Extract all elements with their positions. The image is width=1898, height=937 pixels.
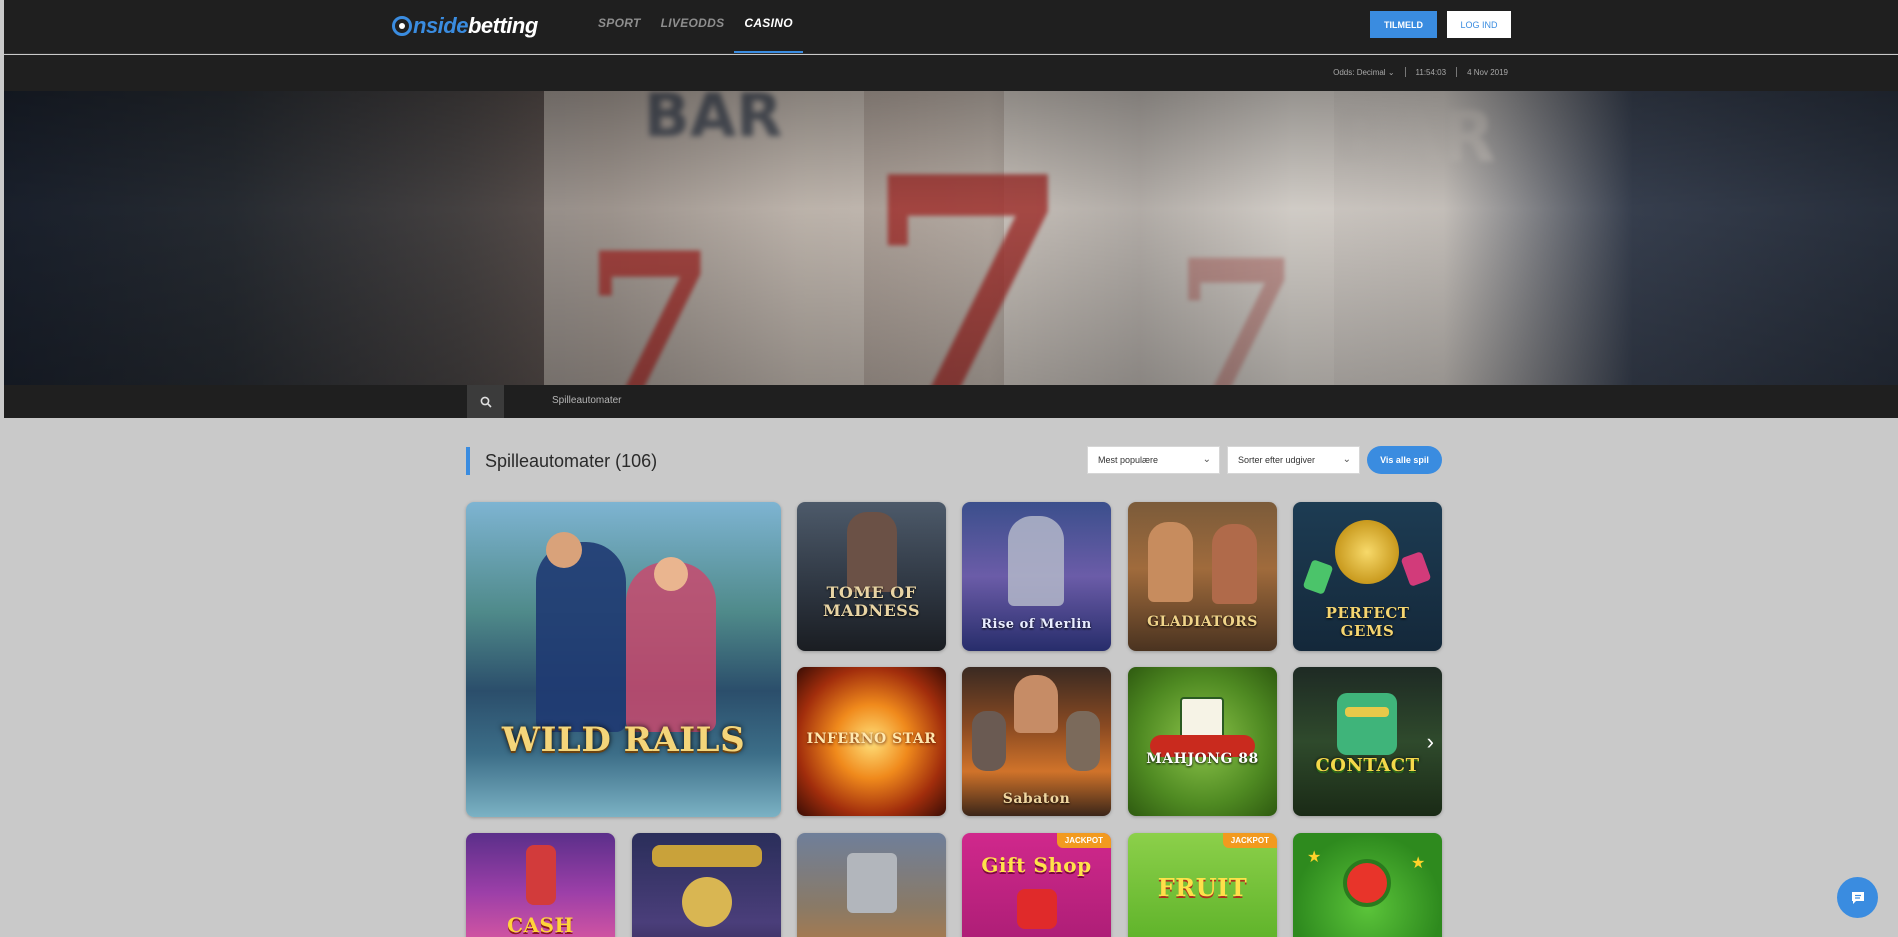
game-title: CASH: [507, 913, 574, 937]
game-tile[interactable]: [797, 833, 946, 937]
game-tile[interactable]: ★ ★: [1293, 833, 1442, 937]
game-title: TOME OF MADNESS: [822, 583, 921, 620]
chevron-down-icon: ⌄: [1387, 67, 1395, 77]
game-title: GLADIATORS: [1147, 614, 1258, 630]
chevron-down-icon: ⌄: [1202, 454, 1211, 465]
game-title: PERFECT GEMS: [1325, 604, 1410, 640]
game-tile[interactable]: CASH: [466, 833, 615, 937]
sort-provider-value: Sorter efter udgiver: [1238, 455, 1316, 465]
chevron-down-icon: ⌄: [1342, 454, 1351, 465]
game-tile[interactable]: [632, 833, 781, 937]
jackpot-badge: JACKPOT: [1222, 833, 1277, 848]
logo-text-part1: nside: [413, 13, 468, 38]
game-title: FRUIT: [1157, 873, 1248, 902]
live-chat-button[interactable]: [1837, 877, 1878, 918]
clock-time: 11:54:03: [1415, 67, 1447, 77]
onsidebetting-logo[interactable]: nside betting: [392, 13, 538, 38]
game-tile[interactable]: TOME OF MADNESS: [797, 502, 946, 651]
divider: [1404, 67, 1406, 77]
game-title: Rise of Merlin: [981, 617, 1092, 632]
game-tile[interactable]: FRUIT JACKPOT: [1128, 833, 1277, 937]
search-button[interactable]: [467, 385, 504, 418]
game-tile[interactable]: PERFECT GEMS: [1293, 502, 1442, 651]
sort-provider-select[interactable]: Sorter efter udgiver ⌄: [1227, 446, 1360, 474]
sort-popular-value: Mest populære: [1098, 455, 1159, 465]
view-all-games-button[interactable]: Vis alle spil: [1367, 446, 1442, 474]
logo-o-icon: [392, 16, 412, 36]
chat-icon: [1851, 891, 1864, 904]
nav-liveodds[interactable]: LIVEODDS: [651, 0, 735, 54]
game-tile[interactable]: Rise of Merlin: [962, 502, 1111, 651]
nav-sport[interactable]: SPORT: [588, 0, 651, 54]
game-tile[interactable]: INFERNO STAR: [797, 667, 946, 816]
game-title: Sabaton: [1002, 791, 1071, 807]
sort-popular-select[interactable]: Mest populære ⌄: [1087, 446, 1220, 474]
signup-button[interactable]: TILMELD: [1370, 11, 1437, 38]
game-title: WILD RAILS: [501, 720, 746, 760]
logo-text-part2: betting: [467, 13, 538, 38]
game-tile[interactable]: MAHJONG 88: [1128, 667, 1277, 816]
main-nav: SPORT LIVEODDS CASINO: [588, 0, 803, 54]
game-title: INFERNO STAR: [806, 731, 937, 747]
login-button[interactable]: LOG IND: [1447, 11, 1511, 38]
casino-search-strip: Spilleautomater: [4, 385, 1898, 418]
category-link-spilleautomater[interactable]: Spilleautomater: [552, 395, 621, 406]
odds-selector[interactable]: Odds: Decimal ⌄: [1333, 68, 1394, 77]
divider: [1456, 67, 1458, 77]
current-date: 4 Nov 2019: [1467, 67, 1508, 77]
game-tile[interactable]: WILD RAILS: [466, 502, 781, 817]
game-tile[interactable]: Sabaton: [962, 667, 1111, 816]
top-navbar: nside betting SPORT LIVEODDS CASINO TILM…: [4, 0, 1898, 54]
game-tile[interactable]: GLADIATORS: [1128, 502, 1277, 651]
section-title: Spilleautomater (106): [466, 447, 657, 475]
game-title: CONTACT: [1315, 755, 1420, 776]
search-icon: [480, 396, 492, 408]
odds-label: Odds:: [1333, 67, 1355, 77]
game-tile[interactable]: CONTACT ›: [1293, 667, 1442, 816]
sub-info-bar: Odds: Decimal ⌄ 11:54:03 4 Nov 2019: [4, 55, 1898, 91]
game-title: Gift Shop: [981, 853, 1092, 877]
game-title: MAHJONG 88: [1146, 751, 1259, 767]
odds-format: Decimal: [1356, 67, 1386, 77]
nav-casino[interactable]: CASINO: [734, 0, 803, 53]
chevron-right-icon[interactable]: ›: [1427, 729, 1434, 755]
jackpot-badge: JACKPOT: [1056, 833, 1111, 848]
hero-banner: BAR BAR 7 7 7: [4, 91, 1898, 385]
game-tile[interactable]: Gift Shop JACKPOT: [962, 833, 1111, 937]
